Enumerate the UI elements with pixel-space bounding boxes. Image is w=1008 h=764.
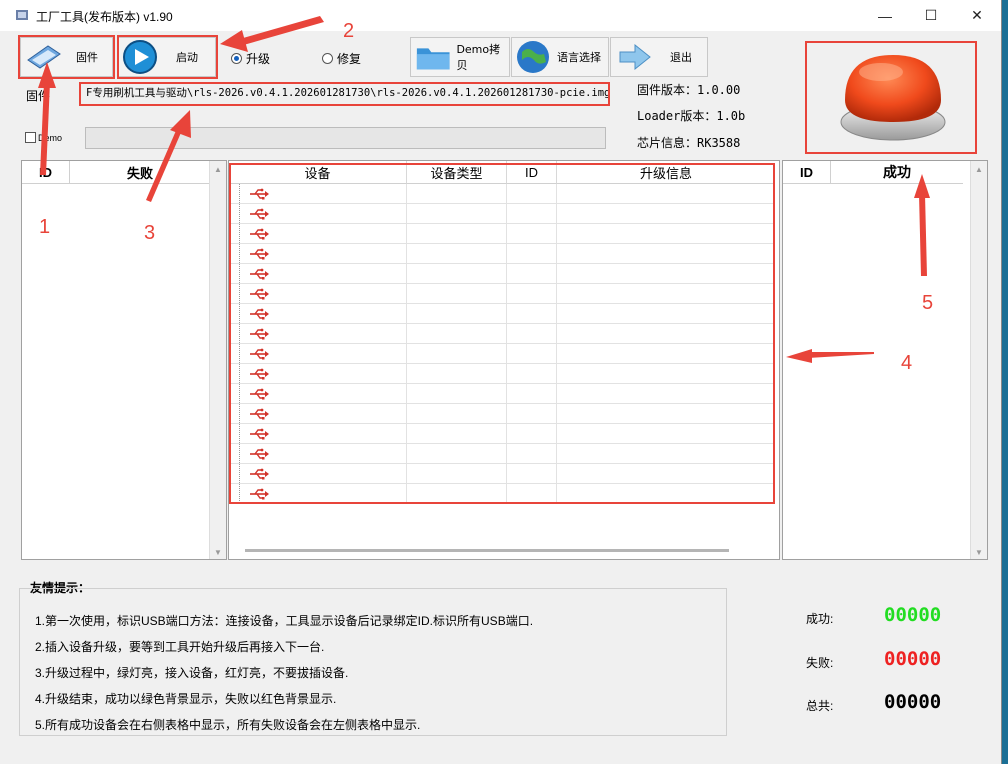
success-col-id: ID (783, 161, 831, 184)
repair-radio-label: 修复 (337, 52, 362, 66)
demo-checkbox-label: Demo (38, 132, 63, 143)
window-title: 工厂工具(发布版本) v1.90 (36, 10, 173, 24)
tip-line: 3.升级过程中，绿灯亮，接入设备，红灯亮，不要拔插设备. (35, 666, 349, 680)
total-count-label: 总共: (806, 699, 834, 713)
close-button[interactable]: ✕ (954, 0, 1000, 31)
tips-box (19, 588, 727, 736)
success-count-label: 成功: (806, 612, 834, 626)
annotation-box-3 (79, 82, 610, 106)
title-bar: 工厂工具(发布版本) v1.90 — ☐ ✕ (0, 0, 1001, 31)
app-icon (16, 10, 28, 20)
fail-count-label: 失败: (806, 656, 834, 670)
annotation-box-1 (18, 35, 115, 79)
scroll-down-icon: ▼ (214, 548, 222, 557)
folder-icon (416, 48, 450, 70)
annotation-number-3: 3 (144, 222, 156, 244)
device-table-hscrollbar[interactable] (245, 549, 729, 552)
fail-col-name: 失败 (70, 161, 210, 184)
upgrade-radio-label: 升级 (246, 52, 271, 66)
radio-selected-icon (231, 53, 242, 64)
upgrade-radio[interactable]: 升级 (231, 50, 270, 67)
fail-count-value: 00000 (884, 648, 942, 670)
repair-radio[interactable]: 修复 (322, 50, 361, 67)
loader-version: Loader版本：1.0b (637, 109, 746, 123)
annotation-number-2: 2 (343, 20, 355, 42)
fail-table-scrollbar[interactable]: ▲ ▼ (209, 161, 226, 559)
annotation-number-5: 5 (922, 292, 934, 314)
app-window: 工厂工具(发布版本) v1.90 — ☐ ✕ 固件 启动 升级 修复 Demo拷… (0, 0, 1002, 764)
fail-col-id: ID (22, 161, 70, 184)
language-button[interactable]: 语言选择 (511, 37, 609, 77)
chip-info: 芯片信息：RK3588 (637, 136, 741, 150)
scroll-up-icon: ▲ (214, 165, 222, 174)
firmware-label: 固件 (26, 89, 51, 103)
success-table: ID 成功 ▲ ▼ (782, 160, 988, 560)
fail-table: ID 失败 ▲ ▼ (21, 160, 227, 560)
annotation-box-2 (117, 35, 218, 79)
annotation-number-1: 1 (39, 216, 51, 238)
checkbox-icon (25, 132, 36, 143)
success-table-scrollbar[interactable]: ▲ ▼ (970, 161, 987, 559)
maximize-button[interactable]: ☐ (908, 0, 954, 31)
annotation-box-5 (805, 41, 977, 154)
minimize-button[interactable]: — (862, 0, 908, 31)
exit-button[interactable]: 退出 (610, 37, 708, 77)
language-button-label: 语言选择 (557, 51, 601, 64)
demo-checkbox[interactable]: Demo (25, 132, 62, 143)
demo-copy-button[interactable]: Demo拷贝 (410, 37, 510, 77)
annotation-number-4: 4 (901, 352, 913, 374)
tip-line: 2.插入设备升级，要等到工具开始升级后再接入下一台. (35, 640, 325, 654)
total-count-value: 00000 (884, 691, 942, 713)
tip-line: 1.第一次使用，标识USB端口方法：连接设备，工具显示设备后记录绑定ID.标识所… (35, 614, 534, 628)
scroll-down-icon: ▼ (975, 548, 983, 557)
success-col-name: 成功 (831, 161, 963, 184)
globe-icon (517, 41, 549, 73)
radio-unselected-icon (322, 53, 333, 64)
scroll-up-icon: ▲ (975, 165, 983, 174)
tip-line: 5.所有成功设备会在右侧表格中显示，所有失败设备会在左侧表格中显示. (35, 718, 421, 732)
exit-button-label: 退出 (670, 51, 692, 64)
firmware-version: 固件版本：1.0.00 (637, 83, 741, 97)
tip-line: 4.升级结束，成功以绿色背景显示，失败以红色背景显示. (35, 692, 337, 706)
success-count-value: 00000 (884, 604, 942, 626)
arrow-right-icon (619, 43, 651, 71)
annotation-box-4 (229, 163, 775, 504)
progress-bar (85, 127, 606, 149)
demo-copy-button-label: Demo拷贝 (456, 43, 501, 72)
